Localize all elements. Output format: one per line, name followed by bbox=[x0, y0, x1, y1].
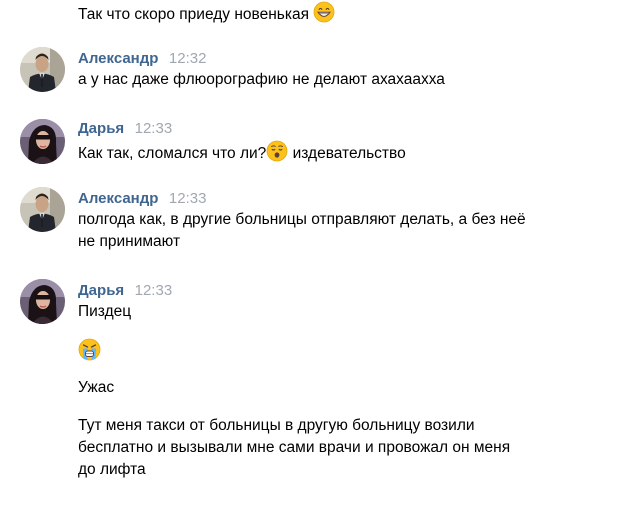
message-text-content: издевательство bbox=[288, 145, 406, 162]
message-text: полгода как, в другие больницы отправляю… bbox=[78, 209, 578, 253]
message-text: а у нас даже флюорографию не делают ахах… bbox=[78, 71, 445, 88]
grinning-face-emoji-icon bbox=[313, 1, 335, 30]
message-text: Ужас bbox=[78, 379, 115, 396]
message-time[interactable]: 12:33 bbox=[135, 120, 173, 137]
hushed-face-emoji-icon bbox=[266, 140, 288, 169]
message-text: Как так, сломался что ли? издевательство bbox=[78, 140, 578, 169]
message-time[interactable]: 12:33 bbox=[135, 282, 173, 299]
message-time[interactable]: 12:33 bbox=[169, 190, 207, 207]
message-text-content: Так что скоро приеду новенькая bbox=[78, 6, 309, 23]
message-text-line: бесплатно и вызывали мне сами врачи и пр… bbox=[78, 439, 511, 456]
avatar-darya[interactable] bbox=[20, 119, 65, 164]
message-text-content: Как так, сломался что ли? bbox=[78, 145, 267, 162]
avatar-alexander[interactable] bbox=[20, 47, 65, 92]
author-name[interactable]: Дарья bbox=[78, 120, 124, 137]
message-text-line: не принимают bbox=[78, 233, 181, 250]
author-name[interactable]: Александр bbox=[78, 50, 158, 67]
author-name[interactable]: Александр bbox=[78, 190, 158, 207]
author-name[interactable]: Дарья bbox=[78, 282, 124, 299]
message-text: Тут меня такси от больницы в другую боль… bbox=[78, 415, 578, 481]
message-text: Так что скоро приеду новенькая bbox=[78, 1, 578, 30]
message-time[interactable]: 12:32 bbox=[169, 50, 207, 67]
avatar-alexander[interactable] bbox=[20, 187, 65, 232]
chat-history: Так что скоро приеду новенькая Александр… bbox=[0, 0, 621, 515]
avatar-darya[interactable] bbox=[20, 279, 65, 324]
message-text-line: Тут меня такси от больницы в другую боль… bbox=[78, 417, 475, 434]
message-text-line: полгода как, в другие больницы отправляю… bbox=[78, 211, 526, 228]
face-screaming-tears-emoji-icon bbox=[78, 338, 101, 368]
message-text: Пиздец bbox=[78, 303, 132, 320]
message-text-line: до лифта bbox=[78, 461, 146, 478]
message-emoji bbox=[78, 338, 578, 368]
